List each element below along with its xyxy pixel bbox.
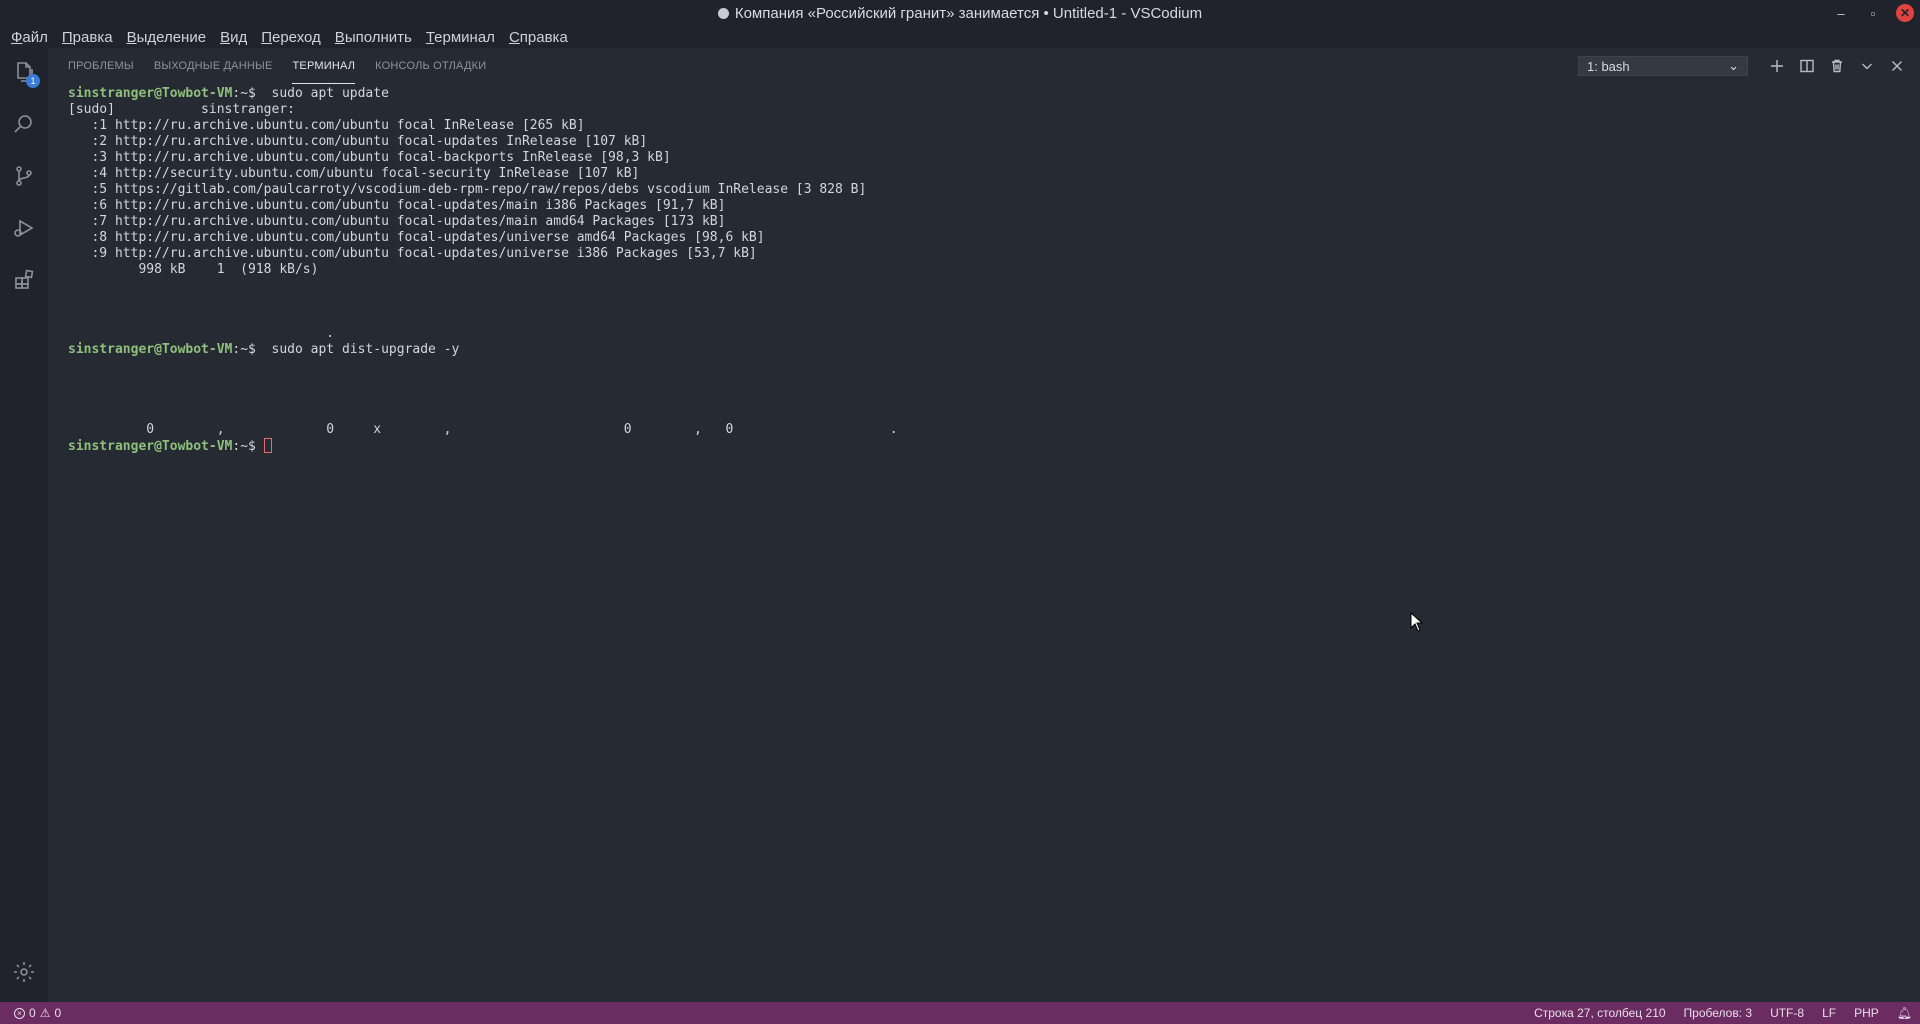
- menu-go[interactable]: Переход: [256, 29, 326, 46]
- title-bar: Компания «Российский гранит» занимается …: [0, 0, 1920, 26]
- prompt-user: sinstranger@Towbot-VM: [68, 439, 233, 454]
- menu-edit[interactable]: Правка: [57, 29, 118, 46]
- restore-button[interactable]: ▫: [1864, 4, 1882, 22]
- terminal-line: :6 http://ru.archive.ubuntu.com/ubuntu f…: [68, 198, 726, 213]
- warning-count: 0: [54, 1006, 62, 1020]
- close-button[interactable]: ✕: [1896, 4, 1914, 22]
- terminal-line: :3 http://ru.archive.ubuntu.com/ubuntu f…: [68, 150, 671, 165]
- window-controls: – ▫ ✕: [1832, 0, 1914, 26]
- terminal-line: :8 http://ru.archive.ubuntu.com/ubuntu f…: [68, 230, 765, 245]
- explorer-button[interactable]: 1: [0, 48, 48, 96]
- language-mode[interactable]: PHP: [1854, 1006, 1879, 1020]
- terminal-line: :7 http://ru.archive.ubuntu.com/ubuntu f…: [68, 214, 726, 229]
- terminal-line: :2 http://ru.archive.ubuntu.com/ubuntu f…: [68, 134, 648, 149]
- terminal-select[interactable]: 1: bash ⌄: [1578, 56, 1748, 76]
- error-count: 0: [29, 1006, 36, 1020]
- chevron-down-icon: [1862, 63, 1872, 70]
- run-debug-button[interactable]: [0, 204, 48, 252]
- menu-selection[interactable]: Выделение: [122, 29, 212, 46]
- cursor-position[interactable]: Строка 27, столбец 210: [1534, 1006, 1665, 1020]
- terminal-select-value: 1: bash: [1587, 58, 1630, 74]
- end-of-line[interactable]: LF: [1822, 1006, 1836, 1020]
- mouse-pointer-icon: [1410, 612, 1424, 632]
- warning-icon: ⚠: [39, 1006, 51, 1020]
- terminal-line: sinstranger@Towbot-VM:~$: [68, 438, 1908, 454]
- source-control-icon: [16, 166, 32, 186]
- terminal-line: :4 http://security.ubuntu.com/ubuntu foc…: [68, 166, 640, 181]
- explorer-badge: 1: [26, 74, 40, 88]
- terminal-line: 998 kB 1 (918 kB/s): [68, 262, 319, 277]
- prompt-command: [256, 439, 264, 454]
- prompt-user: sinstranger@Towbot-VM: [68, 342, 233, 357]
- terminal-line: :5 https://gitlab.com/paulcarroty/vscodi…: [68, 182, 867, 197]
- prompt-path: :~$: [232, 439, 256, 454]
- split-icon: [1800, 59, 1814, 73]
- notifications-bell-icon[interactable]: 🔔︎: [1897, 1006, 1912, 1020]
- prompt-user: sinstranger@Towbot-VM: [68, 86, 233, 101]
- chevron-down-icon: ⌄: [1728, 58, 1739, 73]
- menu-bar: Файл Правка Выделение Вид Переход Выполн…: [0, 26, 1920, 48]
- tab-problems[interactable]: ПРОБЛЕМЫ: [68, 48, 134, 84]
- gear-icon: [14, 962, 34, 982]
- terminal-line: sinstranger@Towbot-VM:~$ sudo apt dist-u…: [68, 342, 1908, 358]
- menu-file[interactable]: Файл: [6, 29, 53, 46]
- menu-terminal[interactable]: Терминал: [421, 29, 500, 46]
- menu-run[interactable]: Выполнить: [330, 29, 417, 46]
- terminal-cursor: [263, 438, 272, 453]
- terminal-line: [sudo] sinstranger:: [68, 102, 295, 117]
- terminal-line: 0 , 0 x , 0 , 0 .: [68, 422, 898, 437]
- status-bar: × 0 ⚠ 0 Строка 27, столбец 210 Пробелов:…: [0, 1002, 1920, 1024]
- unsaved-dot-icon: [717, 7, 729, 19]
- extensions-icon: [15, 269, 34, 289]
- indentation[interactable]: Пробелов: 3: [1684, 1006, 1753, 1020]
- prompt-command: sudo apt update: [255, 86, 389, 101]
- tab-output[interactable]: ВЫХОДНЫЕ ДАННЫЕ: [154, 48, 273, 84]
- terminal-output[interactable]: sinstranger@Towbot-VM:~$ sudo apt update…: [68, 86, 1908, 996]
- prompt-command: sudo apt dist-upgrade -y: [255, 342, 460, 357]
- terminal-line: :1 http://ru.archive.ubuntu.com/ubuntu f…: [68, 118, 585, 133]
- trash-icon: [1832, 59, 1842, 73]
- maximize-panel-button[interactable]: [1852, 51, 1882, 81]
- search-button[interactable]: [0, 100, 48, 148]
- close-icon: [1892, 61, 1902, 71]
- new-terminal-button[interactable]: [1762, 51, 1792, 81]
- problems-indicator[interactable]: × 0 ⚠ 0: [14, 1006, 61, 1020]
- menu-help[interactable]: Справка: [504, 29, 573, 46]
- settings-button[interactable]: [0, 948, 48, 996]
- error-icon: ×: [14, 1007, 25, 1019]
- panel-actions: 1: bash ⌄: [1578, 48, 1912, 84]
- run-debug-icon: [14, 219, 34, 237]
- close-panel-button[interactable]: [1882, 51, 1912, 81]
- terminal-line: sinstranger@Towbot-VM:~$ sudo apt update: [68, 86, 1908, 102]
- plus-icon: [1771, 60, 1783, 72]
- tab-terminal[interactable]: ТЕРМИНАЛ: [292, 48, 356, 84]
- encoding[interactable]: UTF-8: [1770, 1006, 1804, 1020]
- activity-bar: 1: [0, 48, 48, 1002]
- terminal-line: .: [68, 326, 335, 341]
- minimize-button[interactable]: –: [1832, 4, 1850, 22]
- source-control-button[interactable]: [0, 152, 48, 200]
- window-title: Компания «Российский гранит» занимается …: [734, 4, 1203, 22]
- prompt-path: :~$: [232, 342, 256, 357]
- split-terminal-button[interactable]: [1792, 51, 1822, 81]
- tab-debug-console[interactable]: КОНСОЛЬ ОТЛАДКИ: [375, 48, 486, 84]
- terminal-line: :9 http://ru.archive.ubuntu.com/ubuntu f…: [68, 246, 757, 261]
- extensions-button[interactable]: [0, 256, 48, 304]
- prompt-path: :~$: [232, 86, 256, 101]
- kill-terminal-button[interactable]: [1822, 51, 1852, 81]
- search-icon: [14, 115, 32, 133]
- menu-view[interactable]: Вид: [215, 29, 252, 46]
